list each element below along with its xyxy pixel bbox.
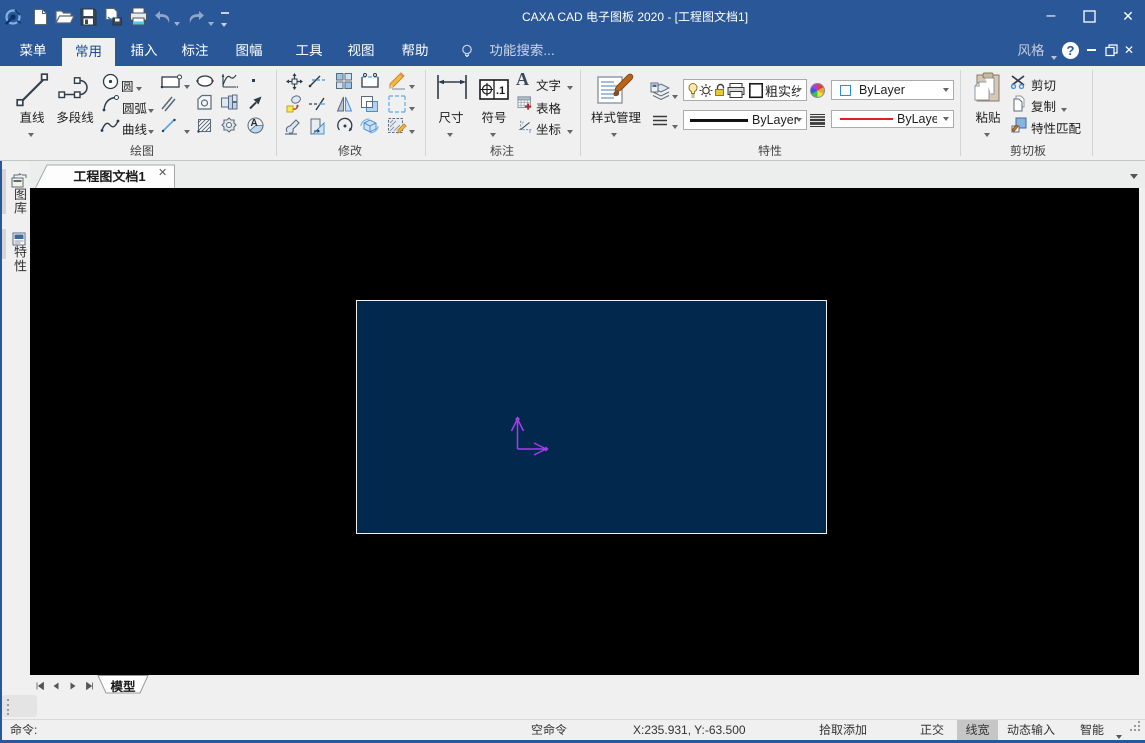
svg-text:X: X (529, 129, 532, 134)
svg-text:A: A (251, 118, 258, 129)
svg-text:.1: .1 (496, 85, 505, 97)
svg-text:Y: Y (522, 120, 525, 126)
